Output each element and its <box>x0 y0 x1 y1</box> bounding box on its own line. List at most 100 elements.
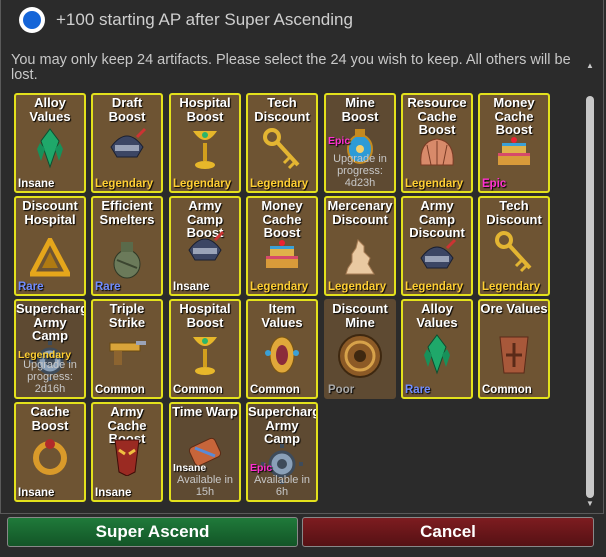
artifact-tile[interactable]: Hospital Boost Legendary <box>169 93 241 193</box>
rarity-label: Insane <box>95 487 132 499</box>
artifact-tile[interactable]: Supercharge Army Camp Available in 6hEpic <box>246 402 318 502</box>
scroll-down-arrow[interactable]: ▼ <box>585 500 595 508</box>
artifact-name: Discount Mine <box>332 301 388 330</box>
rarity-label: Insane <box>18 487 55 499</box>
artifact-name: Resource Cache Boost <box>407 95 467 137</box>
cake-icon <box>262 238 302 279</box>
scroll-thumb[interactable] <box>586 96 594 498</box>
artifact-status: Available in 6h <box>253 474 311 498</box>
chalice-icon <box>190 127 220 176</box>
artifact-tile[interactable]: Tech Discount Legendary <box>478 196 550 296</box>
artifact-tile[interactable]: Alloy Values Rare <box>401 299 473 399</box>
helmet-icon <box>107 127 147 168</box>
artifact-tile[interactable]: Money Cache Boost Legendary <box>246 196 318 296</box>
artifact-tile[interactable]: Resource Cache Boost Legendary <box>401 93 473 193</box>
artifact-tile[interactable]: Item Values Common <box>246 299 318 399</box>
artifact-tile[interactable]: Discount Mine Poor <box>324 299 396 399</box>
amulet-icon <box>263 333 301 382</box>
artifact-name: Tech Discount <box>254 95 310 124</box>
rarity-label: Epic <box>250 462 273 474</box>
artifact-name: Alloy Values <box>416 301 458 330</box>
artifact-tile[interactable]: Mine Boost Upgrade in progress: 4d23h Epic <box>324 93 396 193</box>
artifact-tile[interactable]: Money Cache Boost Epic <box>478 93 550 193</box>
mask-icon <box>109 436 145 481</box>
artifact-tile[interactable]: Draft Boost Legendary <box>91 93 163 193</box>
rarity-label: Insane <box>18 178 55 190</box>
artifact-name: Triple Strike <box>108 301 146 330</box>
chalice-icon <box>190 333 220 382</box>
artifact-name: Hospital Boost <box>179 95 231 124</box>
artifact-tile[interactable]: Army Camp Boost Insane <box>169 196 241 296</box>
plate-icon <box>496 333 532 382</box>
rarity-label: Common <box>95 384 145 396</box>
artifact-name: Money Cache Boost <box>493 95 535 137</box>
cancel-button[interactable]: Cancel <box>302 517 594 547</box>
rarity-label: Legendary <box>250 281 309 293</box>
rarity-label: Insane <box>173 462 207 474</box>
instructions-text: You may only keep 24 artifacts. Please s… <box>11 52 571 83</box>
artifact-name: Tech Discount <box>486 198 542 227</box>
ap-bonus-option[interactable]: +100 starting AP after Super Ascending <box>19 4 353 36</box>
artifact-dialog: +100 starting AP after Super Ascending Y… <box>0 0 604 514</box>
artifact-tile[interactable]: Cache Boost Insane <box>14 402 86 502</box>
artifact-status: Upgrade in progress: 4d23h <box>333 153 387 189</box>
artifact-name: Alloy Values <box>29 95 71 124</box>
artifact-name: Supercharge Army Camp <box>248 404 316 446</box>
artifact-name: Money Cache Boost <box>261 198 303 240</box>
super-ascend-button[interactable]: Super Ascend <box>7 517 298 547</box>
artifact-name: Efficient Smelters <box>99 198 155 227</box>
rarity-label: Epic <box>328 135 351 147</box>
rarity-label: Common <box>173 384 223 396</box>
scroll-up-arrow[interactable]: ▲ <box>585 62 595 70</box>
cake-icon <box>494 135 534 176</box>
crystal-icon <box>35 127 65 174</box>
artifact-tile[interactable]: Discount Hospital Rare <box>14 196 86 296</box>
rarity-label: Rare <box>405 384 431 396</box>
artifact-tile[interactable]: Mercenary Discount Legendary <box>324 196 396 296</box>
cream-icon <box>342 238 378 283</box>
rarity-label: Legendary <box>405 281 464 293</box>
rarity-label: Legendary <box>250 178 309 190</box>
artifact-name: Item Values <box>261 301 303 330</box>
artifact-name: Discount Hospital <box>22 198 78 227</box>
scrollbar[interactable]: ▲ ▼ <box>585 62 595 508</box>
crystal-icon <box>422 333 452 380</box>
rarity-label: Legendary <box>95 178 154 190</box>
artifact-tile[interactable]: Time Warp Available in 15h Insane <box>169 402 241 502</box>
gun-icon <box>106 333 148 374</box>
artifact-name: Ore Values <box>480 301 548 316</box>
shell-icon <box>417 135 457 176</box>
helmet-icon <box>185 230 225 271</box>
artifact-tile[interactable]: Hospital Boost Common <box>169 299 241 399</box>
artifact-tile[interactable]: Supercharge Army Camp Upgrade in progress… <box>14 299 86 399</box>
radio-button[interactable] <box>19 7 45 33</box>
rarity-label: Legendary <box>18 349 72 361</box>
artifact-status: Available in 15h <box>176 474 234 498</box>
rarity-label: Legendary <box>328 281 387 293</box>
key-icon <box>262 127 302 176</box>
artifact-tile[interactable]: Ore Values Common <box>478 299 550 399</box>
radio-selected-dot <box>23 11 41 29</box>
artifact-name: Hospital Boost <box>179 301 231 330</box>
artifact-tile[interactable]: Efficient Smelters Rare <box>91 196 163 296</box>
artifact-status: Upgrade in progress: 2d16h <box>23 359 77 395</box>
ring-icon <box>30 436 70 481</box>
rarity-label: Legendary <box>405 178 464 190</box>
rarity-label: Rare <box>18 281 44 293</box>
artifact-tile[interactable]: Triple Strike Common <box>91 299 163 399</box>
artifact-name: Army Camp Discount <box>409 198 465 240</box>
artifact-tile[interactable]: Army Cache Boost Insane <box>91 402 163 502</box>
rarity-label: Legendary <box>482 281 541 293</box>
artifact-name: Cache Boost <box>30 404 70 433</box>
rarity-label: Common <box>482 384 532 396</box>
artifact-name: Draft Boost <box>108 95 146 124</box>
triangle-icon <box>27 234 73 283</box>
artifact-tile[interactable]: Army Camp Discount Legendary <box>401 196 473 296</box>
helmet-icon <box>417 238 457 279</box>
artifact-tile[interactable]: Alloy Values Insane <box>14 93 86 193</box>
artifact-name: Mine Boost <box>341 95 379 124</box>
artifact-tile[interactable]: Tech Discount Legendary <box>246 93 318 193</box>
rarity-label: Common <box>250 384 300 396</box>
artifact-name: Mercenary Discount <box>327 198 393 227</box>
artifact-name: Supercharge Army Camp <box>16 301 84 343</box>
